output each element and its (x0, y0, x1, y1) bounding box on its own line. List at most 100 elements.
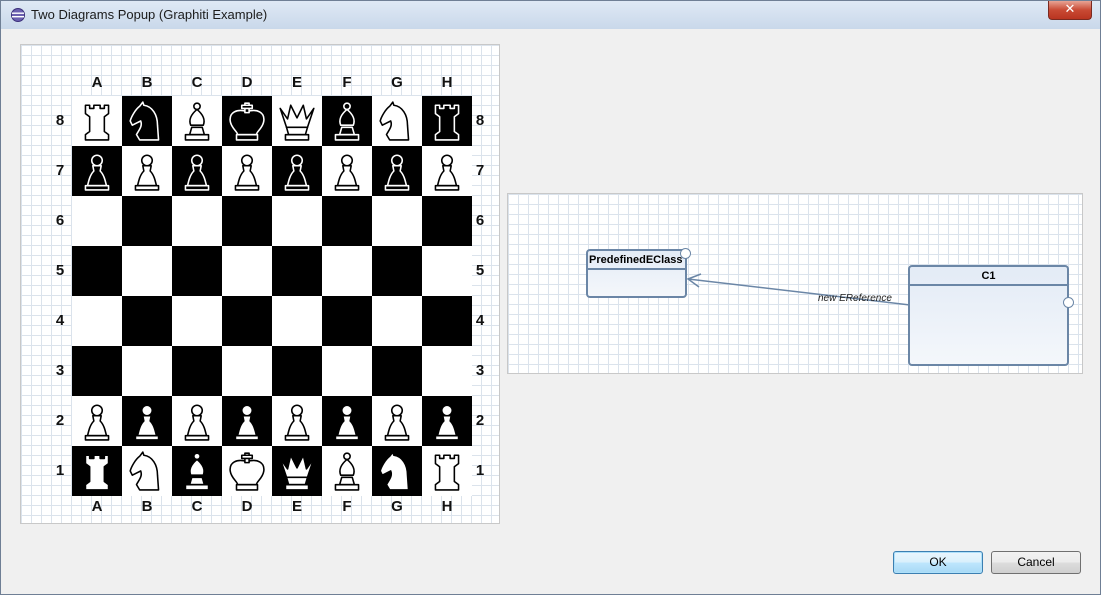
black-pawn-icon[interactable] (376, 150, 418, 192)
square-h7[interactable] (422, 146, 472, 196)
square-b4[interactable] (122, 296, 172, 346)
black-pawn-icon[interactable] (276, 150, 318, 192)
square-g3[interactable] (372, 346, 422, 396)
square-g4[interactable] (372, 296, 422, 346)
square-e5[interactable] (272, 246, 322, 296)
square-b2[interactable] (122, 396, 172, 446)
black-king-icon[interactable] (226, 100, 268, 142)
square-b1[interactable] (122, 446, 172, 496)
class-c1[interactable]: C1 (908, 265, 1069, 366)
white-bishop-icon[interactable] (176, 450, 218, 492)
square-f8[interactable] (322, 96, 372, 146)
white-pawn-icon[interactable] (126, 150, 168, 192)
white-queen-icon[interactable] (276, 100, 318, 142)
white-knight-icon[interactable] (376, 450, 418, 492)
ok-button[interactable]: OK (893, 551, 983, 574)
square-b6[interactable] (122, 196, 172, 246)
square-f5[interactable] (322, 246, 372, 296)
class-predefinedeclass[interactable]: PredefinedEClass (586, 249, 687, 298)
square-e1[interactable] (272, 446, 322, 496)
white-king-icon[interactable] (226, 450, 268, 492)
white-pawn-icon[interactable] (326, 400, 368, 442)
anchor-icon[interactable] (1063, 297, 1074, 308)
black-knight-icon[interactable] (126, 100, 168, 142)
square-b8[interactable] (122, 96, 172, 146)
white-pawn-icon[interactable] (426, 400, 468, 442)
white-pawn-icon[interactable] (276, 400, 318, 442)
square-a7[interactable] (72, 146, 122, 196)
square-b5[interactable] (122, 246, 172, 296)
square-e6[interactable] (272, 196, 322, 246)
square-a4[interactable] (72, 296, 122, 346)
square-a1[interactable] (72, 446, 122, 496)
white-rook-icon[interactable] (76, 450, 118, 492)
chess-board[interactable] (72, 96, 472, 496)
close-button[interactable]: ✕ (1048, 1, 1092, 20)
square-e3[interactable] (272, 346, 322, 396)
square-c3[interactable] (172, 346, 222, 396)
chess-diagram-canvas[interactable]: A A B B C C D D E E F F G G H H 8 8 7 7 6 6 5 5 4 4 3 3 2 2 1 1 (20, 44, 500, 524)
square-a3[interactable] (72, 346, 122, 396)
square-c8[interactable] (172, 96, 222, 146)
square-c1[interactable] (172, 446, 222, 496)
square-f3[interactable] (322, 346, 372, 396)
square-g7[interactable] (372, 146, 422, 196)
white-pawn-icon[interactable] (376, 400, 418, 442)
square-d6[interactable] (222, 196, 272, 246)
square-e7[interactable] (272, 146, 322, 196)
white-pawn-icon[interactable] (426, 150, 468, 192)
square-g1[interactable] (372, 446, 422, 496)
ecore-diagram-canvas[interactable]: PredefinedEClass C1 new EReference (507, 193, 1083, 374)
square-d7[interactable] (222, 146, 272, 196)
square-g8[interactable] (372, 96, 422, 146)
square-d1[interactable] (222, 446, 272, 496)
square-c5[interactable] (172, 246, 222, 296)
black-pawn-icon[interactable] (76, 150, 118, 192)
square-a2[interactable] (72, 396, 122, 446)
title-bar[interactable]: Two Diagrams Popup (Graphiti Example) ✕ (1, 1, 1100, 29)
square-h1[interactable] (422, 446, 472, 496)
square-d8[interactable] (222, 96, 272, 146)
white-pawn-icon[interactable] (326, 150, 368, 192)
white-knight-icon[interactable] (126, 450, 168, 492)
white-knight-icon[interactable] (376, 100, 418, 142)
square-a6[interactable] (72, 196, 122, 246)
white-pawn-icon[interactable] (126, 400, 168, 442)
white-rook-icon[interactable] (76, 100, 118, 142)
square-h2[interactable] (422, 396, 472, 446)
square-a5[interactable] (72, 246, 122, 296)
square-f2[interactable] (322, 396, 372, 446)
white-bishop-icon[interactable] (326, 450, 368, 492)
square-g6[interactable] (372, 196, 422, 246)
square-e2[interactable] (272, 396, 322, 446)
square-d3[interactable] (222, 346, 272, 396)
black-rook-icon[interactable] (426, 100, 468, 142)
square-f4[interactable] (322, 296, 372, 346)
square-a8[interactable] (72, 96, 122, 146)
black-pawn-icon[interactable] (176, 150, 218, 192)
square-h6[interactable] (422, 196, 472, 246)
square-d5[interactable] (222, 246, 272, 296)
square-c6[interactable] (172, 196, 222, 246)
square-f1[interactable] (322, 446, 372, 496)
square-e8[interactable] (272, 96, 322, 146)
cancel-button[interactable]: Cancel (991, 551, 1081, 574)
square-g2[interactable] (372, 396, 422, 446)
white-pawn-icon[interactable] (226, 150, 268, 192)
square-c2[interactable] (172, 396, 222, 446)
black-bishop-icon[interactable] (326, 100, 368, 142)
square-d4[interactable] (222, 296, 272, 346)
square-h4[interactable] (422, 296, 472, 346)
anchor-icon[interactable] (680, 248, 691, 259)
square-g5[interactable] (372, 246, 422, 296)
white-pawn-icon[interactable] (76, 400, 118, 442)
white-queen-icon[interactable] (276, 450, 318, 492)
white-pawn-icon[interactable] (176, 400, 218, 442)
square-b7[interactable] (122, 146, 172, 196)
square-e4[interactable] (272, 296, 322, 346)
square-c4[interactable] (172, 296, 222, 346)
square-d2[interactable] (222, 396, 272, 446)
white-pawn-icon[interactable] (226, 400, 268, 442)
white-rook-icon[interactable] (426, 450, 468, 492)
square-c7[interactable] (172, 146, 222, 196)
